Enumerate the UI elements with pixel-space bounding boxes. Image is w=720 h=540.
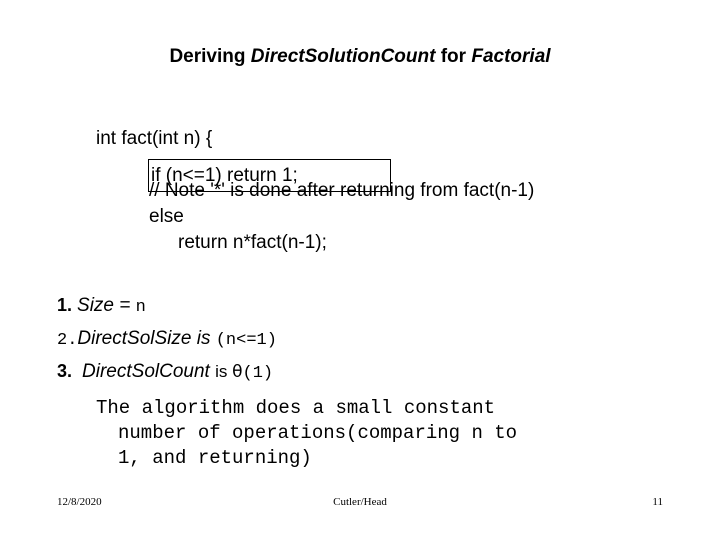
list-item-italic-text: Size = — [77, 295, 136, 316]
list-item: 3. DirectSolCount is θ(1) — [57, 356, 697, 389]
analysis-list: 1. Size = n 2.DirectSolSize is (n<=1) 3.… — [57, 290, 697, 389]
page-title-middle: for — [435, 46, 472, 67]
paragraph-line: 1, and returning) — [118, 447, 312, 469]
footer-page-number: 11 — [652, 496, 663, 508]
list-item-number: 1. — [57, 295, 73, 315]
list-item-italic-text: DirectSolCount — [82, 361, 216, 382]
list-item-mono-text: (1) — [242, 364, 274, 383]
theta-symbol: θ — [232, 362, 243, 382]
page-title-prefix: Deriving — [169, 46, 251, 67]
list-item-plain-text: is — [215, 362, 233, 381]
list-item-mono-text: (n<=1) — [215, 331, 277, 350]
page-title-emphasis-two: Factorial — [471, 46, 551, 67]
slide-footer: 12/8/2020 Cutler/Head 11 — [57, 496, 663, 510]
slide-canvas: Deriving DirectSolutionCount for Factori… — [0, 0, 720, 540]
code-line-signature: int fact(int n) { — [96, 128, 213, 149]
page-title-emphasis: DirectSolutionCount — [250, 46, 436, 67]
paragraph-line: The algorithm does a small constant — [96, 397, 496, 419]
page-title: Deriving DirectSolutionCount for Factori… — [0, 46, 720, 68]
list-item-mono-text: n — [135, 298, 146, 317]
footer-attribution: Cutler/Head — [333, 496, 387, 508]
list-item-italic-text: DirectSolSize is — [77, 328, 216, 349]
paragraph-line: number of operations(comparing n to — [118, 422, 518, 444]
code-line-else: else — [149, 206, 184, 227]
code-line-return: return n*fact(n-1); — [178, 232, 327, 253]
list-item-number: 2. — [57, 331, 78, 350]
list-item: 2.DirectSolSize is (n<=1) — [57, 323, 697, 356]
explanation-paragraph: The algorithm does a small constant numb… — [96, 396, 656, 471]
highlight-box-base-case: if (n<=1) return 1; — [148, 159, 391, 192]
list-item: 1. Size = n — [57, 290, 697, 323]
list-item-number: 3. — [57, 361, 73, 381]
